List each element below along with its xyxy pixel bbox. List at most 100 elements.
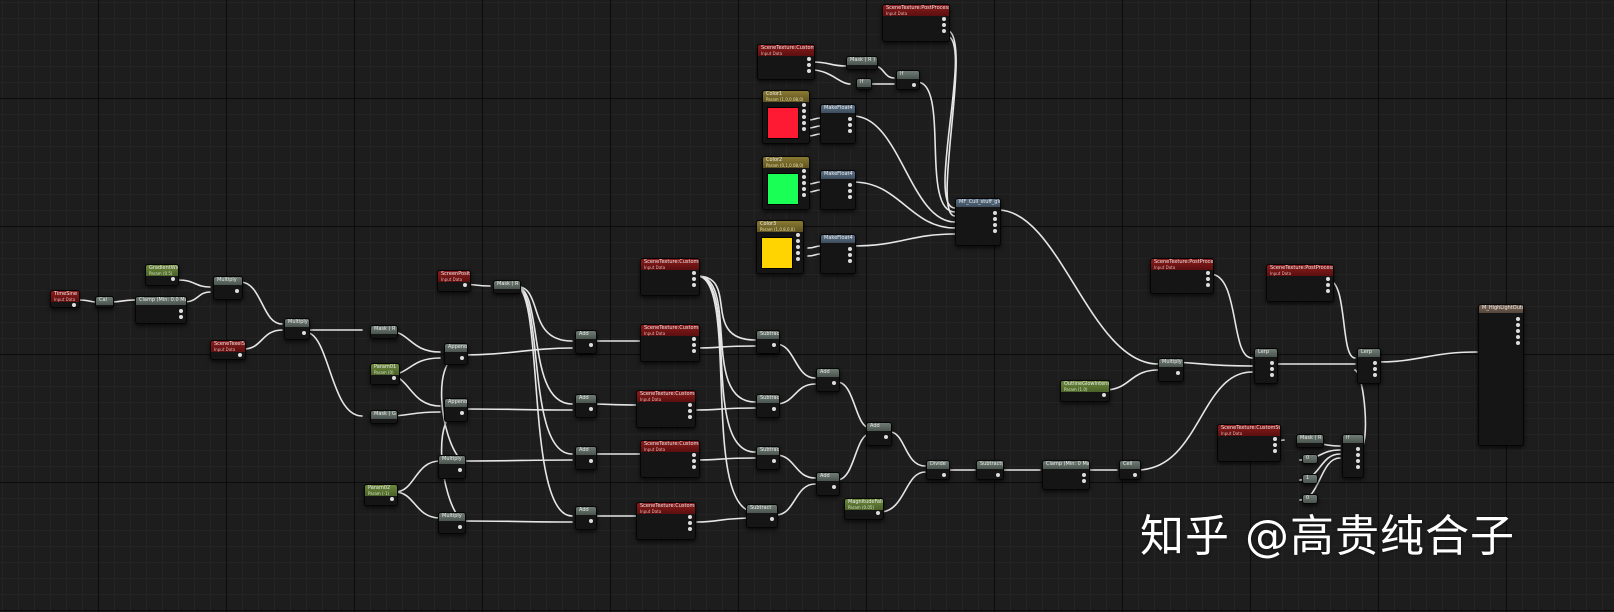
output-pin[interactable]: [458, 525, 462, 529]
output-pin[interactable]: [1356, 453, 1360, 457]
output-pin[interactable]: [589, 519, 593, 523]
output-pin[interactable]: [589, 459, 593, 463]
node-output-pins[interactable]: [770, 517, 774, 521]
output-pin[interactable]: [1373, 373, 1377, 377]
graph-node[interactable]: SceneTexture:CustomDepthInput Data: [640, 440, 700, 478]
graph-node[interactable]: Multiply: [438, 455, 466, 479]
output-pin[interactable]: [832, 381, 836, 385]
output-pin[interactable]: [796, 239, 800, 243]
node-output-pins[interactable]: [1373, 361, 1377, 377]
output-pin[interactable]: [1133, 473, 1137, 477]
graph-node[interactable]: Multiply: [284, 318, 310, 340]
graph-node[interactable]: Mask ( R ): [1296, 434, 1324, 448]
graph-node[interactable]: Subtract: [756, 446, 780, 470]
node-output-pins[interactable]: [832, 381, 836, 385]
output-pin[interactable]: [692, 465, 696, 469]
graph-node[interactable]: Color3 Param (1,0.8,0,0): [756, 220, 804, 274]
output-pin[interactable]: [802, 187, 806, 191]
graph-node[interactable]: Lerp: [1357, 348, 1381, 384]
graph-node[interactable]: 1: [1302, 474, 1318, 484]
node-output-pins[interactable]: [848, 247, 852, 263]
node-output-pins[interactable]: [884, 435, 888, 439]
graph-node[interactable]: Lerp: [1254, 348, 1278, 384]
output-pin[interactable]: [692, 343, 696, 347]
output-pin[interactable]: [688, 521, 692, 525]
output-pin[interactable]: [942, 473, 946, 477]
output-pin[interactable]: [802, 193, 806, 197]
output-pin[interactable]: [993, 223, 997, 227]
output-pin[interactable]: [802, 115, 806, 119]
output-pin[interactable]: [692, 453, 696, 457]
node-output-pins[interactable]: [1133, 473, 1137, 477]
output-pin[interactable]: [1516, 341, 1520, 345]
graph-node[interactable]: Subtract: [756, 394, 780, 418]
node-output-pins[interactable]: [832, 485, 836, 489]
node-output-pins[interactable]: [179, 309, 183, 319]
node-output-pins[interactable]: [302, 331, 306, 335]
graph-node[interactable]: SceneTexture:PostProcessInput0Input Data: [1150, 258, 1214, 294]
graph-node[interactable]: Color2 Param (0,1,0.08,0): [762, 156, 810, 210]
output-pin[interactable]: [1516, 323, 1520, 327]
output-pin[interactable]: [870, 69, 874, 70]
graph-node[interactable]: 0: [1302, 454, 1318, 464]
node-output-pins[interactable]: [589, 407, 593, 411]
output-pin[interactable]: [1273, 443, 1277, 447]
graph-node[interactable]: Add: [575, 506, 597, 530]
output-pin[interactable]: [942, 23, 946, 27]
output-pin[interactable]: [460, 411, 464, 415]
graph-node[interactable]: Mask ( R ): [370, 325, 398, 339]
output-pin[interactable]: [1273, 437, 1277, 441]
graph-node[interactable]: MakeFloat4: [820, 104, 856, 144]
color-swatch[interactable]: [767, 173, 799, 205]
graph-node[interactable]: SceneTexture:PostProcessInput0Input Data: [882, 4, 950, 42]
output-pin[interactable]: [802, 169, 806, 173]
output-pin[interactable]: [692, 283, 696, 287]
graph-node[interactable]: MakeFloat4: [820, 234, 856, 274]
node-output-pins[interactable]: [589, 343, 593, 347]
node-output-pins[interactable]: [460, 356, 464, 360]
output-pin[interactable]: [848, 183, 852, 187]
output-pin[interactable]: [1516, 329, 1520, 333]
output-pin[interactable]: [589, 343, 593, 347]
output-pin[interactable]: [513, 293, 517, 294]
output-pin[interactable]: [1270, 373, 1274, 377]
output-pin[interactable]: [1082, 473, 1086, 477]
graph-node[interactable]: Add: [575, 330, 597, 354]
graph-node[interactable]: Add: [575, 446, 597, 470]
output-pin[interactable]: [848, 129, 852, 133]
output-pin[interactable]: [796, 245, 800, 249]
node-output-pins[interactable]: [772, 459, 776, 463]
graph-node[interactable]: Multiply: [213, 276, 243, 300]
output-pin[interactable]: [1326, 289, 1330, 293]
output-pin[interactable]: [807, 57, 811, 61]
node-output-pins[interactable]: [692, 337, 696, 353]
output-pin[interactable]: [692, 271, 696, 275]
graph-node[interactable]: M_HighLightOutline: [1478, 304, 1524, 446]
node-output-pins[interactable]: [802, 103, 806, 131]
output-pin[interactable]: [688, 415, 692, 419]
graph-node[interactable]: Add: [866, 422, 892, 446]
output-pin[interactable]: [392, 376, 396, 380]
graph-node[interactable]: SceneTexture:CustomStencilInput Data: [1217, 424, 1281, 462]
output-pin[interactable]: [1206, 283, 1210, 287]
output-pin[interactable]: [942, 17, 946, 21]
node-output-pins[interactable]: [390, 423, 394, 424]
graph-node[interactable]: Subtract: [746, 504, 778, 528]
graph-node[interactable]: MakeFloat4: [820, 170, 856, 210]
output-pin[interactable]: [770, 517, 774, 521]
output-pin[interactable]: [876, 511, 880, 515]
output-pin[interactable]: [692, 349, 696, 353]
output-pin[interactable]: [1326, 277, 1330, 281]
node-output-pins[interactable]: [796, 233, 800, 261]
output-pin[interactable]: [390, 423, 394, 424]
graph-node[interactable]: SceneTexelSizeInput Data: [210, 340, 246, 360]
node-output-pins[interactable]: [772, 407, 776, 411]
node-output-pins[interactable]: [458, 525, 462, 529]
output-pin[interactable]: [235, 289, 239, 293]
output-pin[interactable]: [772, 407, 776, 411]
graph-node[interactable]: If: [856, 78, 872, 90]
node-output-pins[interactable]: [996, 473, 1000, 477]
node-output-pins[interactable]: [848, 117, 852, 133]
graph-node[interactable]: SceneTexture:CustomDepthInput Data: [640, 258, 700, 296]
output-pin[interactable]: [458, 468, 462, 472]
